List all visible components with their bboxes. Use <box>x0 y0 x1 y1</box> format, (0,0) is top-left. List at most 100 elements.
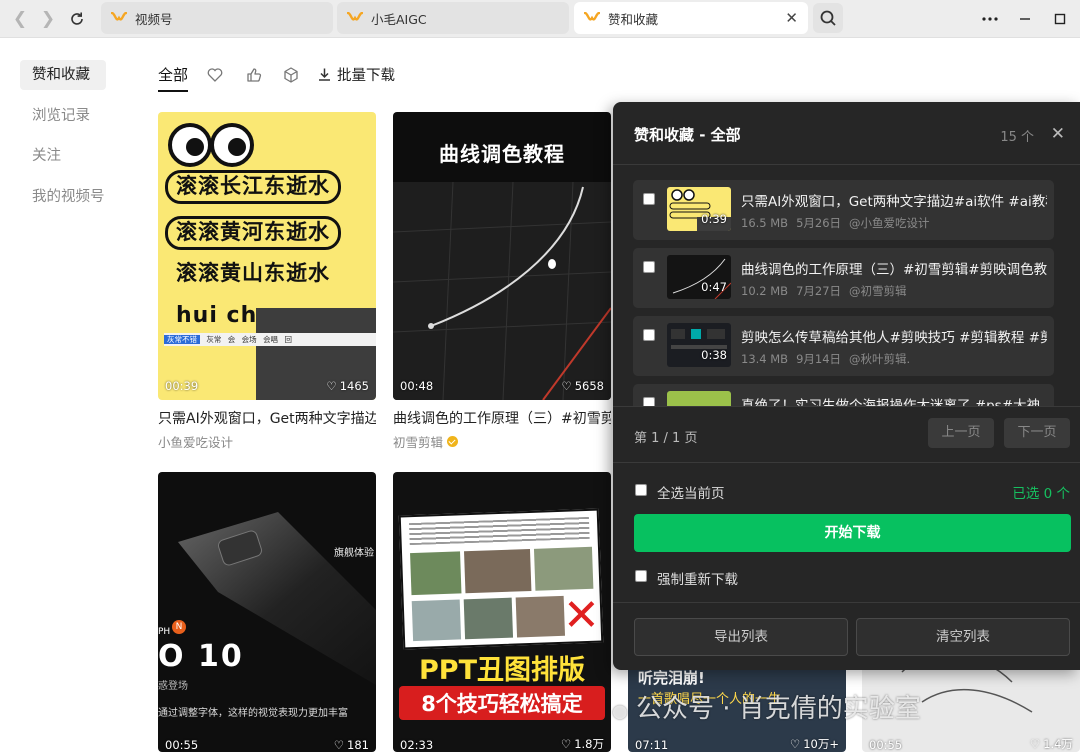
item-duration: 0:47 <box>701 280 727 294</box>
select-all-label[interactable]: 全选当前页 <box>657 482 725 502</box>
video-card[interactable]: ✕ PPT丑图排版 8个技巧轻松搞定 02:33 ♡ 1.8万 <box>393 472 611 752</box>
video-thumbnail[interactable]: 旗舰体验 PH N O 10 惑登场 通过调整字体，这样的视觉表现力更加丰富 0… <box>158 472 376 752</box>
panel-title: 赞和收藏 - 全部 <box>634 126 741 144</box>
reload-icon[interactable] <box>67 9 87 29</box>
heart-icon: ♡ <box>1029 737 1041 751</box>
panel-item-count: 15 个 <box>1000 130 1034 145</box>
video-duration: 00:55 <box>869 738 903 752</box>
poster-text: 滚滚长江东逝水 <box>165 170 341 204</box>
cube-filter-icon[interactable] <box>282 66 300 84</box>
selected-count: 已选 0 个 <box>1012 486 1070 502</box>
force-redownload-label[interactable]: 强制重新下载 <box>657 568 738 588</box>
heart-icon: ♡ <box>333 738 345 752</box>
list-item[interactable]: 0:38 剪映怎么传草稿给其他人#剪映技巧 #剪辑教程 #剪映 13.4 MB 9… <box>633 316 1054 376</box>
sidebar-item-history[interactable]: 浏览记录 <box>20 101 106 131</box>
video-card[interactable]: 曲线调色教程 00:48 ♡ 5658 曲线调色的工作原理（三）#初雪剪辑 初雪剪… <box>393 112 611 451</box>
curve-graph-graphic <box>393 181 611 400</box>
force-redownload-checkbox[interactable] <box>635 570 647 582</box>
sidebar-item-following[interactable]: 关注 <box>20 141 106 171</box>
video-thumbnail[interactable]: ✕ PPT丑图排版 8个技巧轻松搞定 02:33 ♡ 1.8万 <box>393 472 611 752</box>
tab-label: 视频号 <box>135 11 173 27</box>
list-item[interactable]: 真绝了！实习生做个海报操作太迷离了 #ps#大神 <box>633 384 1054 406</box>
list-item[interactable]: 0:47 曲线调色的工作原理（三）#初雪剪辑#剪映调色教程 10.2 MB 7月2… <box>633 248 1054 308</box>
item-meta: 13.4 MB 9月14日 @秋叶剪辑. <box>741 352 911 366</box>
divider <box>613 406 1080 407</box>
item-thumbnail: 0:38 <box>667 323 731 367</box>
item-thumbnail <box>667 391 731 406</box>
sidebar-item-my-channel[interactable]: 我的视频号 <box>20 182 106 212</box>
maximize-icon[interactable] <box>1049 8 1071 30</box>
video-duration: 00:39 <box>165 379 199 393</box>
video-card[interactable]: 旗舰体验 PH N O 10 惑登场 通过调整字体，这样的视觉表现力更加丰富 0… <box>158 472 376 752</box>
download-icon <box>319 68 330 81</box>
close-tab-icon[interactable]: ✕ <box>785 9 798 27</box>
tab-label: 赞和收藏 <box>608 11 659 27</box>
ime-suggestion-bar: 灰常不错 灰常 会 会场 会唱 回 <box>164 333 376 346</box>
item-title: 剪映怎么传草稿给其他人#剪映技巧 #剪辑教程 #剪映 <box>741 330 1047 346</box>
model-number: O 10 <box>158 639 244 674</box>
batch-download-button[interactable]: 批量下载 <box>317 64 395 85</box>
poster-text: 滚滚黄河东逝水 <box>165 216 341 250</box>
start-download-button[interactable]: 开始下载 <box>634 514 1071 552</box>
filter-all-tab[interactable]: 全部 <box>158 64 189 92</box>
thumbs-up-filter-icon[interactable] <box>245 66 263 84</box>
page-info: 第 1 / 1 页 <box>634 431 698 446</box>
video-thumbnail[interactable]: 滚滚长江东逝水 滚滚黄河东逝水 滚滚黄山东逝水 hui cha 灰常不错 灰常 … <box>158 112 376 400</box>
video-title[interactable]: 只需AI外观窗口，Get两种文字描边#ai软件 #ai教程 <box>158 408 376 428</box>
video-card[interactable]: 滚滚长江东逝水 滚滚黄河东逝水 滚滚黄山东逝水 hui cha 灰常不错 灰常 … <box>158 112 376 451</box>
item-checkbox[interactable] <box>643 261 655 273</box>
video-thumbnail[interactable]: 曲线调色教程 00:48 ♡ 5658 <box>393 112 611 400</box>
close-icon[interactable]: ✕ <box>1051 124 1065 144</box>
video-duration: 07:11 <box>635 738 669 752</box>
heart-icon: ♡ <box>560 737 572 751</box>
next-page-button[interactable]: 下一页 <box>1004 418 1070 448</box>
channels-logo-icon <box>111 12 127 21</box>
watermark: ● 公众号 · 肖克倩的实验室 <box>612 694 921 724</box>
like-count: ♡ 5658 <box>561 379 604 393</box>
caption: 通过调整字体，这样的视觉表现力更加丰富 <box>158 708 348 719</box>
list-item[interactable]: 0:39 只需AI外观窗口，Get两种文字描边#ai软件 #ai教程 16.5 … <box>633 180 1054 240</box>
clear-list-button[interactable]: 清空列表 <box>856 618 1070 656</box>
item-title: 只需AI外观窗口，Get两种文字描边#ai软件 #ai教程 <box>741 194 1047 210</box>
search-button[interactable] <box>813 3 843 33</box>
like-count: ♡ 181 <box>333 738 369 752</box>
overlay-text: 听完泪崩! <box>638 669 705 687</box>
heart-icon: ♡ <box>789 737 801 751</box>
item-duration: 0:39 <box>701 212 727 226</box>
export-list-button[interactable]: 导出列表 <box>634 618 848 656</box>
poster-text: 滚滚黄山东逝水 <box>176 261 330 285</box>
back-icon[interactable]: ❮ <box>10 9 30 29</box>
search-icon <box>820 10 836 26</box>
item-checkbox[interactable] <box>643 193 655 205</box>
heart-icon: ♡ <box>326 379 337 393</box>
item-duration: 0:38 <box>701 348 727 362</box>
tab-author[interactable]: 小毛AIGC <box>337 2 569 34</box>
item-checkbox[interactable] <box>643 329 655 341</box>
sidebar-item-likes-favorites[interactable]: 赞和收藏 <box>20 60 106 90</box>
wechat-icon: ● <box>612 701 628 722</box>
channels-logo-icon <box>347 12 363 21</box>
batch-download-label: 批量下载 <box>337 68 395 84</box>
divider <box>613 602 1080 603</box>
divider <box>613 462 1080 463</box>
headline-2: 8个技巧轻松搞定 <box>399 686 605 720</box>
prev-page-button[interactable]: 上一页 <box>928 418 994 448</box>
download-panel: 赞和收藏 - 全部 15 个 ✕ 0:39 只需AI外观窗口，Get两种文字描边… <box>613 102 1080 670</box>
item-checkbox[interactable] <box>643 397 655 406</box>
video-author[interactable]: 初雪剪辑 <box>393 432 611 451</box>
minimize-icon[interactable] <box>1014 8 1036 30</box>
tab-likes-favorites[interactable]: 赞和收藏 ✕ <box>574 2 808 34</box>
tab-channels[interactable]: 视频号 <box>101 2 333 34</box>
forward-icon[interactable]: ❯ <box>38 9 58 29</box>
video-author[interactable]: 小鱼爱吃设计 <box>158 432 376 451</box>
verified-badge-icon <box>447 436 459 447</box>
channels-logo-icon <box>584 12 600 21</box>
item-thumbnail: 0:47 <box>667 255 731 299</box>
item-meta: 16.5 MB 5月26日 @小鱼爱吃设计 <box>741 216 930 230</box>
heart-filter-icon[interactable] <box>206 66 224 84</box>
select-all-checkbox[interactable] <box>635 484 647 496</box>
download-list[interactable]: 0:39 只需AI外观窗口，Get两种文字描边#ai软件 #ai教程 16.5 … <box>633 180 1055 406</box>
video-title[interactable]: 曲线调色的工作原理（三）#初雪剪辑 <box>393 408 611 428</box>
more-icon[interactable] <box>979 8 1001 30</box>
item-thumbnail: 0:39 <box>667 187 731 231</box>
